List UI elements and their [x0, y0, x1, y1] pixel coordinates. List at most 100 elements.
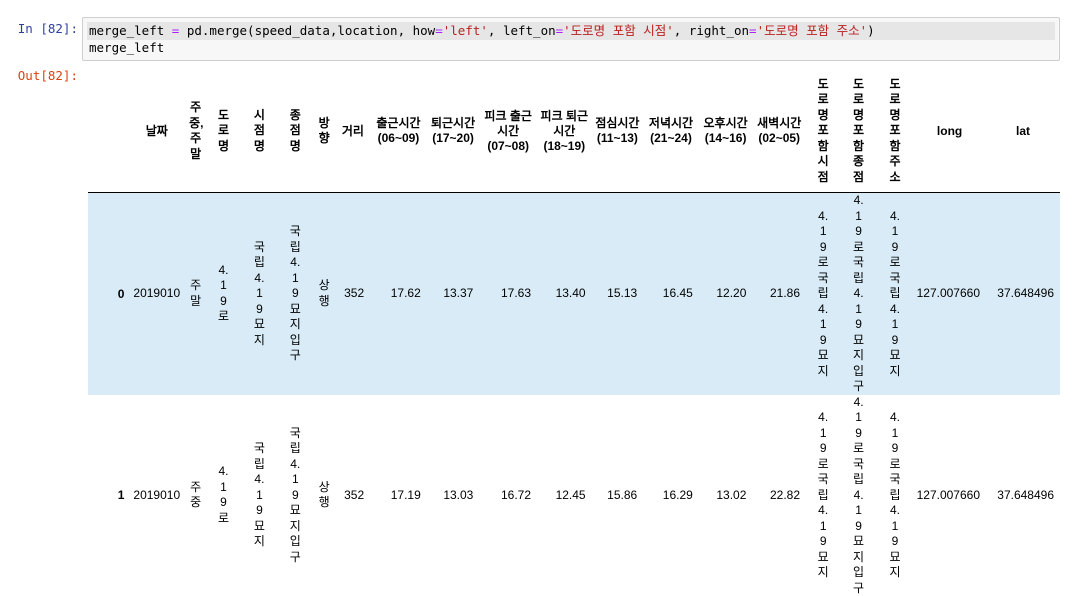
code-input-area[interactable]: merge_left = pd.merge(speed_data,locatio…	[82, 17, 1060, 61]
table-cell: 21.86	[752, 193, 806, 395]
cell-value: 4.19로국립4.19묘지	[817, 410, 830, 581]
index-header	[88, 70, 128, 193]
table-cell: 2019010	[128, 395, 185, 596]
column-header[interactable]: 주중,주말	[185, 70, 206, 193]
column-header-label: 새벽시간 (02~05)	[757, 116, 801, 145]
column-header[interactable]: 방향	[313, 70, 336, 193]
cell-value: 16.45	[663, 286, 693, 300]
column-header[interactable]: 새벽시간 (02~05)	[752, 70, 806, 193]
column-header[interactable]: 시점명	[241, 70, 278, 193]
table-cell: 17.19	[370, 395, 427, 596]
table-header: 날짜 주중,주말 도로명 시점명 종점명방향 거리 출근시간 (06~09)퇴근시간 (17…	[88, 70, 1060, 193]
table-cell: 4.19로국립4.19묘지입구	[840, 193, 876, 395]
cell-value: 4.19로	[217, 263, 230, 325]
column-header-label: 점심시간 (11~13)	[595, 116, 639, 145]
table-cell: 4.19로	[206, 395, 240, 596]
cell-value: 13.40	[556, 286, 586, 300]
table-cell: 4.19로국립4.19묘지입구	[840, 395, 876, 596]
column-header-label: 오후시간 (14~16)	[704, 116, 748, 145]
code-token: =	[435, 23, 443, 38]
row-index: 0	[88, 193, 128, 395]
column-header-label: 방향	[318, 116, 331, 147]
table-cell: 주중	[185, 395, 206, 596]
code-line-1[interactable]: merge_left = pd.merge(speed_data,locatio…	[89, 22, 875, 40]
column-header-label: 출근시간 (06~09)	[376, 116, 420, 145]
cell-value: 12.45	[556, 488, 586, 502]
cell-value: 17.19	[391, 488, 421, 502]
cell-value: 4.19로국립4.19묘지입구	[852, 395, 865, 596]
code-line-2[interactable]: merge_left	[89, 39, 164, 57]
column-header[interactable]: 피크 출근시간 (07~08)	[479, 70, 537, 193]
code-token: '도로명 포함 주소'	[757, 23, 868, 38]
cell-value: 13.02	[716, 488, 746, 502]
column-header[interactable]: 날짜	[128, 70, 185, 193]
column-header-label: 주중,주말	[189, 100, 202, 162]
code-token: pd.merge(speed_data,location, how	[179, 23, 435, 38]
table-cell: 13.02	[699, 395, 753, 596]
cell-value: 22.82	[770, 488, 800, 502]
table-cell: 4.19로국립4.19묘지	[806, 395, 840, 596]
cell-value: 상행	[318, 480, 331, 511]
table-cell: 13.40	[537, 193, 592, 395]
code-token: =	[749, 23, 757, 38]
table-cell: 12.45	[537, 395, 592, 596]
column-header-label: 날짜	[146, 124, 168, 138]
table-cell: 22.82	[752, 395, 806, 596]
table-cell: 127.007660	[913, 395, 986, 596]
cell-value: 13.37	[443, 286, 473, 300]
table-cell: 상행	[313, 395, 336, 596]
cell-value: 4.19로	[217, 464, 230, 526]
column-header-label: 도로명포함주소	[888, 77, 901, 186]
column-header[interactable]: 도로명포함주소	[877, 70, 913, 193]
table-cell: 2019010	[128, 193, 185, 395]
cell-value: 21.86	[770, 286, 800, 300]
table-cell: 16.29	[643, 395, 699, 596]
table-cell: 13.03	[427, 395, 480, 596]
code-token: , right_on	[674, 23, 749, 38]
code-token: 'left'	[443, 23, 488, 38]
column-header[interactable]: lat	[986, 70, 1060, 193]
cell-value: 13.03	[443, 488, 473, 502]
column-header[interactable]: 출근시간 (06~09)	[370, 70, 427, 193]
column-header[interactable]: 퇴근시간 (17~20)	[427, 70, 480, 193]
column-header[interactable]: 저녁시간 (21~24)	[643, 70, 699, 193]
column-header-label: 저녁시간 (21~24)	[649, 116, 693, 145]
column-header[interactable]: 종점명	[278, 70, 312, 193]
cell-value: 37.648496	[997, 286, 1054, 300]
table-cell: 37.648496	[986, 395, 1060, 596]
cell-value: 상행	[318, 278, 331, 309]
cell-value: 352	[344, 286, 364, 300]
table-cell: 15.13	[592, 193, 644, 395]
column-header[interactable]: long	[913, 70, 986, 193]
cell-value: 12.20	[716, 286, 746, 300]
code-token: '도로명 포함 시점'	[563, 23, 674, 38]
cell-value: 17.63	[501, 286, 531, 300]
table-cell: 주말	[185, 193, 206, 395]
column-header-label: 피크 퇴근시간 (18~19)	[541, 109, 589, 153]
cell-value: 주중	[189, 480, 202, 511]
table-row[interactable]: 0 2019010 주말 4.19로 국립4.19묘지국립4.19묘지입구상행 352 17…	[88, 193, 1060, 395]
table-cell: 16.45	[643, 193, 699, 395]
table-cell: 15.86	[592, 395, 644, 596]
column-header-label: 도로명포함종점	[852, 77, 865, 186]
table-cell: 국립4.19묘지	[241, 193, 278, 395]
table-cell: 국립4.19묘지입구	[278, 193, 312, 395]
column-header-label: 거리	[342, 124, 364, 138]
code-token: , left_on	[488, 23, 556, 38]
input-prompt: In [82]:	[0, 21, 78, 36]
column-header[interactable]: 거리	[336, 70, 370, 193]
column-header[interactable]: 도로명포함종점	[840, 70, 876, 193]
cell-value: 2019010	[133, 286, 180, 300]
table-cell: 17.63	[479, 193, 537, 395]
column-header[interactable]: 도로명포함시점	[806, 70, 840, 193]
column-header[interactable]: 오후시간 (14~16)	[699, 70, 753, 193]
column-header[interactable]: 피크 퇴근시간 (18~19)	[537, 70, 592, 193]
table-cell: 37.648496	[986, 193, 1060, 395]
table-row[interactable]: 12019010주중4.19로국립4.19묘지국립4.19묘지입구상행35217…	[88, 395, 1060, 596]
table-cell: 12.20	[699, 193, 753, 395]
column-header[interactable]: 점심시간 (11~13)	[592, 70, 644, 193]
column-header-label: 시점명	[253, 108, 266, 155]
column-header[interactable]: 도로명	[206, 70, 240, 193]
table-cell: 352	[336, 395, 370, 596]
table-cell: 352	[336, 193, 370, 395]
